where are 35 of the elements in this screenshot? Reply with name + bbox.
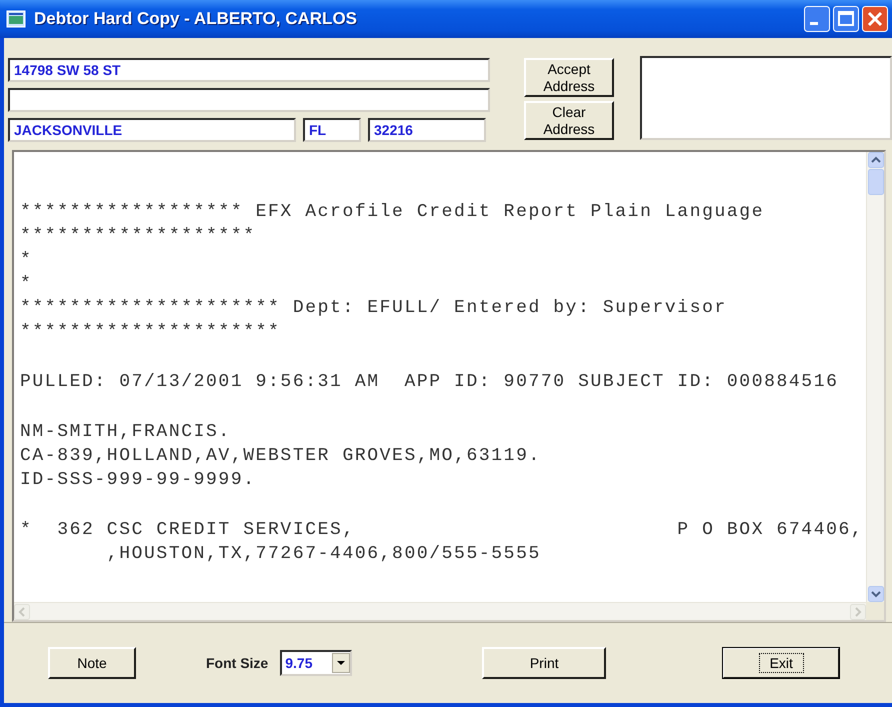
report-line: ****************** EFX Acrofile Credit Report Plain Language	[20, 201, 764, 224]
report-line: *	[20, 273, 32, 296]
window-title: Debtor Hard Copy - ALBERTO, CARLOS	[34, 9, 358, 29]
scroll-up-icon[interactable]	[868, 152, 884, 168]
font-size-label: Font Size	[206, 655, 268, 671]
scroll-thumb-icon[interactable]	[868, 169, 884, 195]
report-line: * 362 CSC CREDIT SERVICES, P O BOX 674406,	[20, 519, 864, 542]
accept-address-button[interactable]: Accept Address	[524, 58, 614, 97]
address-line-field[interactable]	[8, 88, 490, 112]
report-line: *********************	[20, 321, 280, 344]
app-icon	[6, 10, 26, 28]
exit-button[interactable]: Exit	[722, 647, 840, 679]
report-line: ID-SSS-999-99-9999.	[20, 469, 256, 492]
maximize-icon[interactable]	[833, 6, 859, 32]
scrollbar-corner	[866, 602, 884, 620]
report-line: PULLED: 07/13/2001 9:56:31 AM APP ID: 90770 SUBJECT ID: 000884516	[20, 371, 839, 394]
report-line: CA-839,HOLLAND,AV,WEBSTER GROVES,MO,63119.	[20, 445, 541, 468]
report-line: ********************* Dept: EFULL/ Entered by: Supervisor	[20, 297, 727, 320]
state-field[interactable]: FL	[303, 118, 361, 142]
vertical-scrollbar[interactable]	[866, 152, 884, 602]
note-button[interactable]: Note	[48, 647, 136, 679]
notes-field[interactable]	[640, 56, 892, 140]
city-field[interactable]: JACKSONVILLE	[8, 118, 296, 142]
address-line-field[interactable]: 14798 SW 58 ST	[8, 58, 490, 82]
report-line: NM-SMITH,FRANCIS.	[20, 421, 231, 444]
clear-address-button[interactable]: Clear Address	[524, 101, 614, 140]
print-button[interactable]: Print	[482, 647, 606, 679]
font-size-dropdown[interactable]: 9.75	[280, 650, 352, 676]
close-icon[interactable]	[862, 6, 888, 32]
minimize-icon[interactable]	[804, 6, 830, 32]
zip-field[interactable]: 32216	[368, 118, 486, 142]
report-line: ,HOUSTON,TX,77267-4406,800/555-5555	[106, 543, 541, 566]
report-line: *******************	[20, 225, 256, 248]
scroll-down-icon[interactable]	[868, 586, 884, 602]
report-line: *	[20, 249, 32, 272]
